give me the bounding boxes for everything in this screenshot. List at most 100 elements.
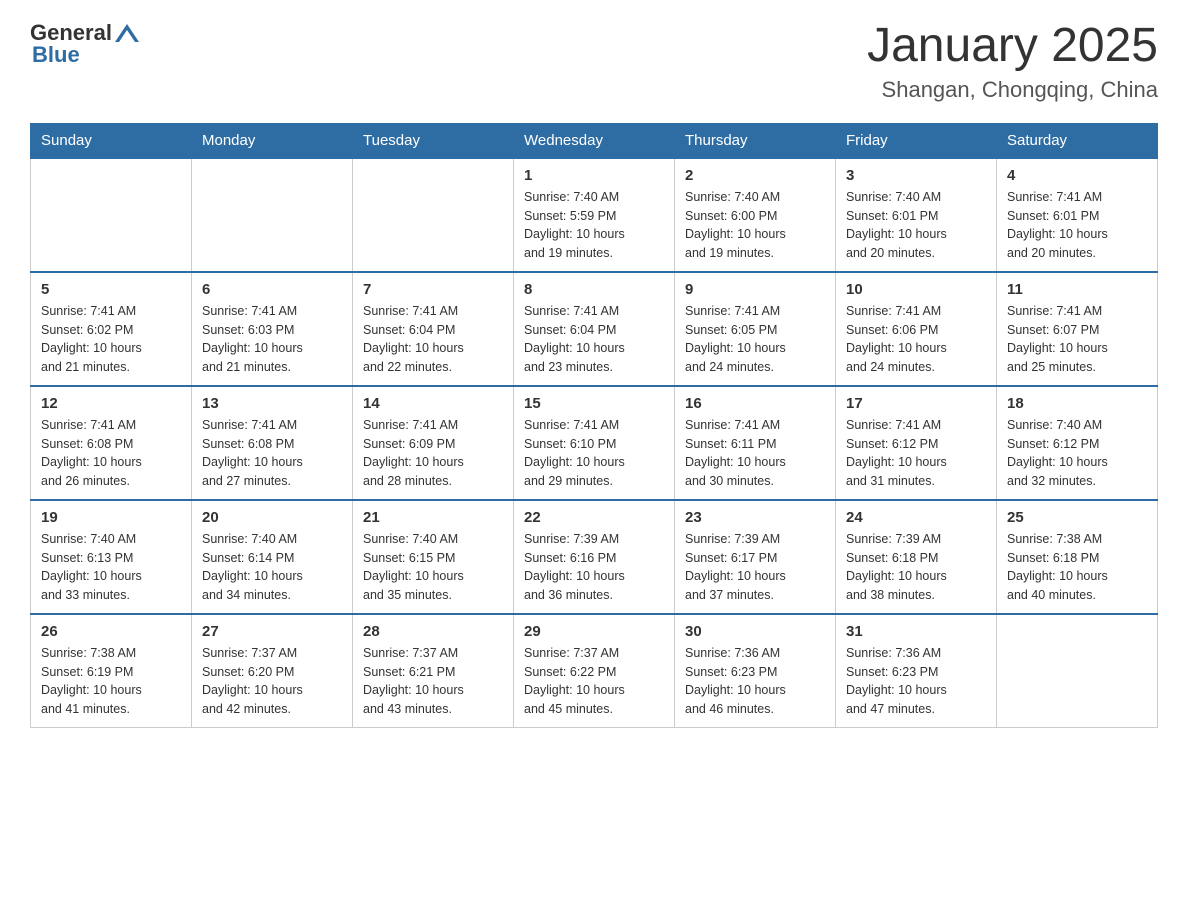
day-info: Sunrise: 7:41 AMSunset: 6:10 PMDaylight:…: [524, 416, 664, 491]
day-info: Sunrise: 7:36 AMSunset: 6:23 PMDaylight:…: [846, 644, 986, 719]
header-friday: Friday: [836, 123, 997, 158]
day-number: 1: [524, 167, 664, 184]
day-number: 29: [524, 623, 664, 640]
header-tuesday: Tuesday: [353, 123, 514, 158]
day-number: 18: [1007, 395, 1147, 412]
week-row-5: 26 Sunrise: 7:38 AMSunset: 6:19 PMDayligh…: [31, 614, 1158, 728]
day-info: Sunrise: 7:40 AMSunset: 6:15 PMDaylight:…: [363, 530, 503, 605]
day-info: Sunrise: 7:40 AMSunset: 6:01 PMDaylight:…: [846, 188, 986, 263]
day-number: 16: [685, 395, 825, 412]
logo-triangle-icon: [113, 22, 141, 44]
calendar-cell: 21 Sunrise: 7:40 AMSunset: 6:15 PMDayligh…: [353, 500, 514, 614]
calendar-cell: 12 Sunrise: 7:41 AMSunset: 6:08 PMDayligh…: [31, 386, 192, 500]
day-number: 21: [363, 509, 503, 526]
day-number: 19: [41, 509, 181, 526]
calendar-cell: 13 Sunrise: 7:41 AMSunset: 6:08 PMDayligh…: [192, 386, 353, 500]
day-info: Sunrise: 7:38 AMSunset: 6:18 PMDaylight:…: [1007, 530, 1147, 605]
calendar-cell: [997, 614, 1158, 728]
week-row-2: 5 Sunrise: 7:41 AMSunset: 6:02 PMDaylight…: [31, 272, 1158, 386]
day-info: Sunrise: 7:37 AMSunset: 6:21 PMDaylight:…: [363, 644, 503, 719]
day-number: 3: [846, 167, 986, 184]
calendar-cell: 24 Sunrise: 7:39 AMSunset: 6:18 PMDayligh…: [836, 500, 997, 614]
day-number: 8: [524, 281, 664, 298]
day-info: Sunrise: 7:41 AMSunset: 6:04 PMDaylight:…: [524, 302, 664, 377]
day-number: 6: [202, 281, 342, 298]
calendar-cell: 19 Sunrise: 7:40 AMSunset: 6:13 PMDayligh…: [31, 500, 192, 614]
header-monday: Monday: [192, 123, 353, 158]
calendar-cell: 14 Sunrise: 7:41 AMSunset: 6:09 PMDayligh…: [353, 386, 514, 500]
day-info: Sunrise: 7:41 AMSunset: 6:02 PMDaylight:…: [41, 302, 181, 377]
calendar-cell: 3 Sunrise: 7:40 AMSunset: 6:01 PMDaylight…: [836, 158, 997, 272]
calendar-cell: 2 Sunrise: 7:40 AMSunset: 6:00 PMDaylight…: [675, 158, 836, 272]
day-number: 4: [1007, 167, 1147, 184]
day-info: Sunrise: 7:41 AMSunset: 6:06 PMDaylight:…: [846, 302, 986, 377]
calendar-cell: 7Sunrise: 7:41 AMSunset: 6:04 PMDaylight…: [353, 272, 514, 386]
day-info: Sunrise: 7:40 AMSunset: 6:13 PMDaylight:…: [41, 530, 181, 605]
page-header: General Blue January 2025 Shangan, Chong…: [30, 20, 1158, 103]
calendar-cell: 1 Sunrise: 7:40 AMSunset: 5:59 PMDaylight…: [514, 158, 675, 272]
day-number: 10: [846, 281, 986, 298]
day-number: 31: [846, 623, 986, 640]
calendar-cell: 10 Sunrise: 7:41 AMSunset: 6:06 PMDayligh…: [836, 272, 997, 386]
day-number: 26: [41, 623, 181, 640]
day-info: Sunrise: 7:41 AMSunset: 6:08 PMDaylight:…: [41, 416, 181, 491]
week-row-3: 12 Sunrise: 7:41 AMSunset: 6:08 PMDayligh…: [31, 386, 1158, 500]
calendar-cell: 29 Sunrise: 7:37 AMSunset: 6:22 PMDayligh…: [514, 614, 675, 728]
month-title: January 2025: [867, 20, 1158, 73]
day-info: Sunrise: 7:39 AMSunset: 6:16 PMDaylight:…: [524, 530, 664, 605]
day-number: 25: [1007, 509, 1147, 526]
logo: General Blue: [30, 20, 142, 68]
calendar-cell: 23 Sunrise: 7:39 AMSunset: 6:17 PMDayligh…: [675, 500, 836, 614]
day-number: 22: [524, 509, 664, 526]
day-info: Sunrise: 7:40 AMSunset: 6:14 PMDaylight:…: [202, 530, 342, 605]
day-number: 7: [363, 281, 503, 298]
day-info: Sunrise: 7:40 AMSunset: 5:59 PMDaylight:…: [524, 188, 664, 263]
calendar-cell: 9Sunrise: 7:41 AMSunset: 6:05 PMDaylight…: [675, 272, 836, 386]
week-row-4: 19 Sunrise: 7:40 AMSunset: 6:13 PMDayligh…: [31, 500, 1158, 614]
day-info: Sunrise: 7:39 AMSunset: 6:18 PMDaylight:…: [846, 530, 986, 605]
header-wednesday: Wednesday: [514, 123, 675, 158]
day-number: 9: [685, 281, 825, 298]
day-info: Sunrise: 7:36 AMSunset: 6:23 PMDaylight:…: [685, 644, 825, 719]
day-info: Sunrise: 7:39 AMSunset: 6:17 PMDaylight:…: [685, 530, 825, 605]
calendar-cell: 28 Sunrise: 7:37 AMSunset: 6:21 PMDayligh…: [353, 614, 514, 728]
day-info: Sunrise: 7:38 AMSunset: 6:19 PMDaylight:…: [41, 644, 181, 719]
day-info: Sunrise: 7:41 AMSunset: 6:09 PMDaylight:…: [363, 416, 503, 491]
location-title: Shangan, Chongqing, China: [867, 77, 1158, 103]
day-number: 13: [202, 395, 342, 412]
day-number: 12: [41, 395, 181, 412]
calendar-cell: 20Sunrise: 7:40 AMSunset: 6:14 PMDayligh…: [192, 500, 353, 614]
day-number: 15: [524, 395, 664, 412]
day-number: 30: [685, 623, 825, 640]
header-thursday: Thursday: [675, 123, 836, 158]
calendar-cell: 5 Sunrise: 7:41 AMSunset: 6:02 PMDaylight…: [31, 272, 192, 386]
calendar-cell: 27Sunrise: 7:37 AMSunset: 6:20 PMDayligh…: [192, 614, 353, 728]
day-info: Sunrise: 7:40 AMSunset: 6:00 PMDaylight:…: [685, 188, 825, 263]
day-info: Sunrise: 7:41 AMSunset: 6:07 PMDaylight:…: [1007, 302, 1147, 377]
calendar-cell: [353, 158, 514, 272]
header-saturday: Saturday: [997, 123, 1158, 158]
calendar-cell: 8 Sunrise: 7:41 AMSunset: 6:04 PMDaylight…: [514, 272, 675, 386]
calendar-table: Sunday Monday Tuesday Wednesday Thursday…: [30, 123, 1158, 728]
day-number: 5: [41, 281, 181, 298]
day-number: 24: [846, 509, 986, 526]
week-row-1: 1 Sunrise: 7:40 AMSunset: 5:59 PMDaylight…: [31, 158, 1158, 272]
calendar-cell: 6Sunrise: 7:41 AMSunset: 6:03 PMDaylight…: [192, 272, 353, 386]
header-sunday: Sunday: [31, 123, 192, 158]
title-block: January 2025 Shangan, Chongqing, China: [867, 20, 1158, 103]
day-number: 14: [363, 395, 503, 412]
day-info: Sunrise: 7:41 AMSunset: 6:11 PMDaylight:…: [685, 416, 825, 491]
calendar-cell: 16 Sunrise: 7:41 AMSunset: 6:11 PMDayligh…: [675, 386, 836, 500]
day-info: Sunrise: 7:37 AMSunset: 6:22 PMDaylight:…: [524, 644, 664, 719]
day-number: 11: [1007, 281, 1147, 298]
day-info: Sunrise: 7:37 AMSunset: 6:20 PMDaylight:…: [202, 644, 342, 719]
day-number: 17: [846, 395, 986, 412]
calendar-cell: [31, 158, 192, 272]
day-number: 23: [685, 509, 825, 526]
calendar-cell: 18Sunrise: 7:40 AMSunset: 6:12 PMDayligh…: [997, 386, 1158, 500]
calendar-cell: [192, 158, 353, 272]
day-number: 28: [363, 623, 503, 640]
calendar-cell: 31 Sunrise: 7:36 AMSunset: 6:23 PMDayligh…: [836, 614, 997, 728]
day-info: Sunrise: 7:41 AMSunset: 6:08 PMDaylight:…: [202, 416, 342, 491]
day-number: 2: [685, 167, 825, 184]
